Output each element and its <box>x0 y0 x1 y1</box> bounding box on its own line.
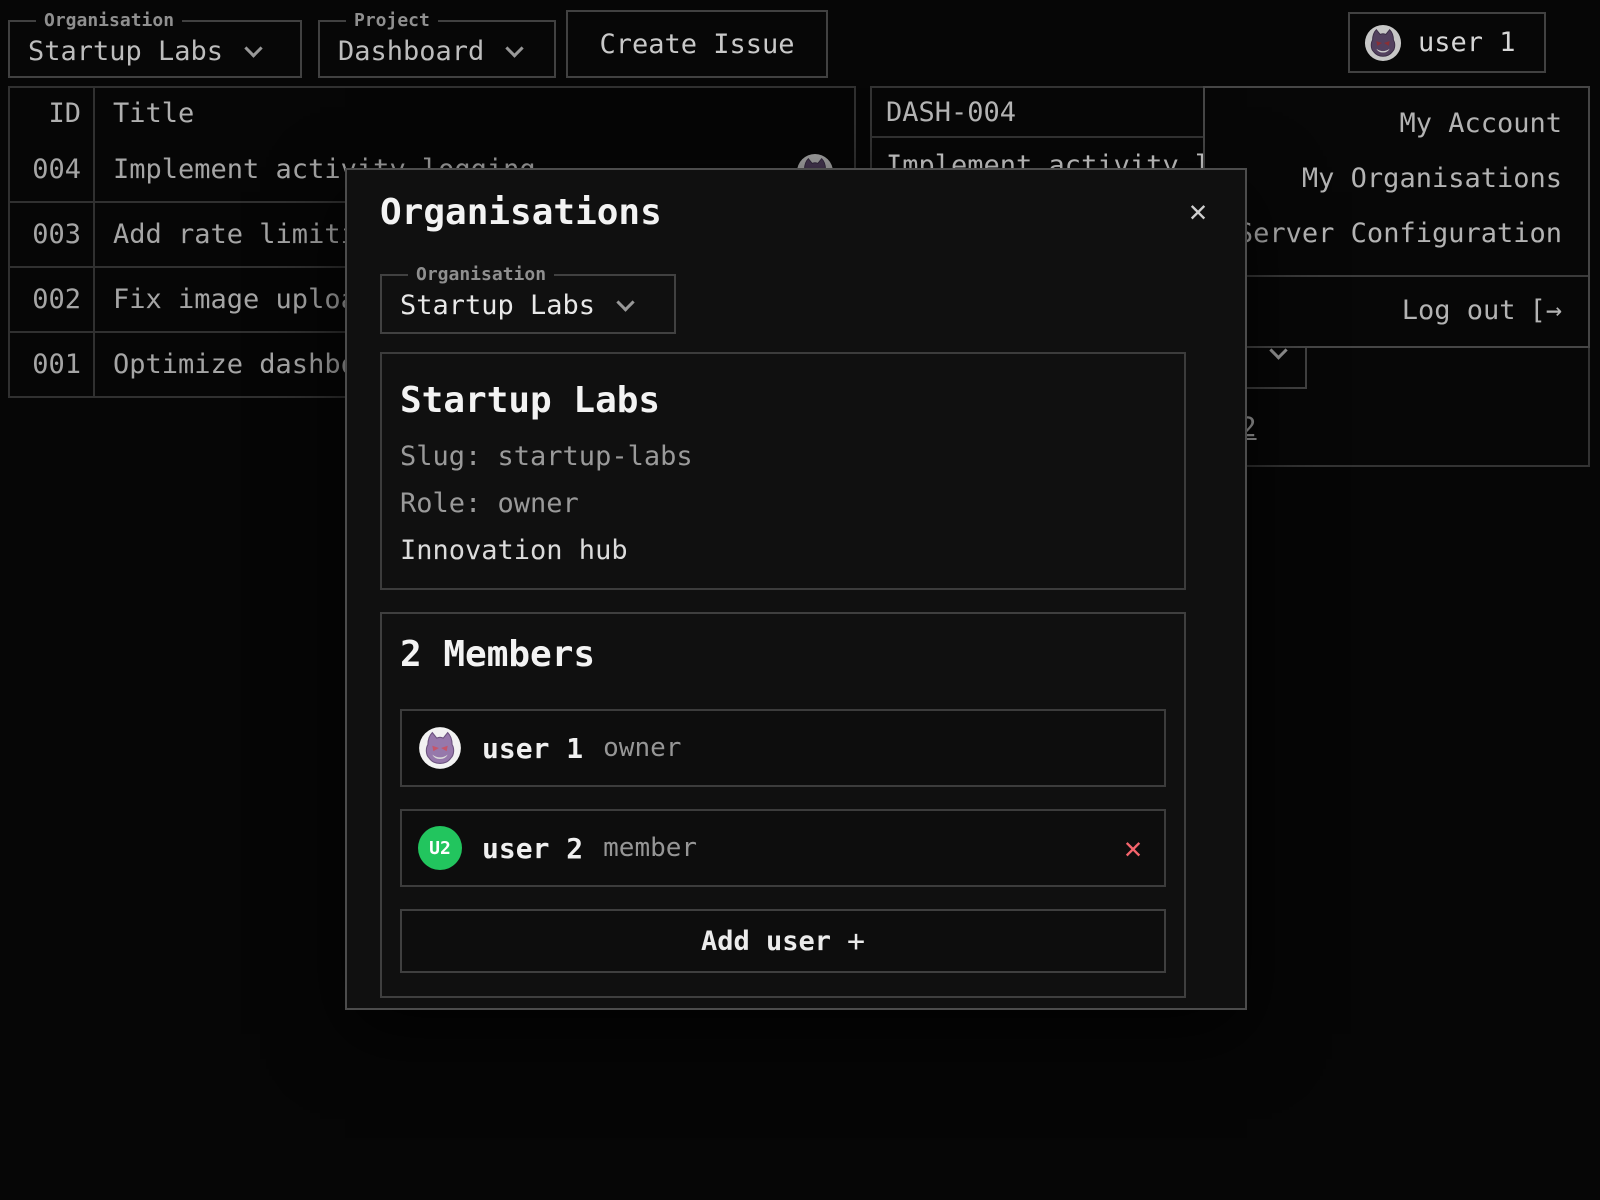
organisation-role: Role: owner <box>400 488 1164 520</box>
close-icon: ✕ <box>1189 194 1207 229</box>
menu-item-server-configuration[interactable]: Server Configuration <box>1205 206 1588 261</box>
app-root: Organisation Startup Labs Project Dashbo… <box>0 0 1600 1200</box>
issues-table-header: ID Title <box>10 88 854 138</box>
issue-id: 002 <box>10 268 95 331</box>
modal-title: Organisations <box>380 192 662 233</box>
user-menu-button-label: user 1 <box>1418 27 1516 58</box>
member-initials-badge: U2 <box>418 826 462 870</box>
logout-button[interactable]: Log out [→ <box>1205 277 1588 343</box>
organisation-name: Startup Labs <box>400 380 1164 421</box>
issue-id: 004 <box>10 138 95 201</box>
close-button[interactable]: ✕ <box>1189 194 1207 229</box>
create-issue-button[interactable]: Create Issue <box>566 10 828 78</box>
project-select-value: Dashboard <box>338 36 484 67</box>
project-select[interactable]: Project Dashboard <box>318 10 556 78</box>
organisation-slug: Slug: startup-labs <box>400 441 1164 473</box>
chevron-down-icon <box>616 293 634 311</box>
column-header-id: ID <box>10 88 95 138</box>
organisation-select-value: Startup Labs <box>28 36 223 67</box>
organisation-select[interactable]: Organisation Startup Labs <box>8 10 302 78</box>
column-header-title: Title <box>95 88 854 138</box>
member-name: user 1 <box>482 732 583 765</box>
add-user-label: Add user <box>701 926 831 957</box>
menu-item-my-account[interactable]: My Account <box>1205 96 1588 151</box>
modal-organisation-select-label: Organisation <box>408 264 554 285</box>
remove-member-button[interactable]: ✕ <box>1124 831 1142 866</box>
member-avatar-icon <box>418 726 462 770</box>
modal-organisation-select-value: Startup Labs <box>400 290 595 321</box>
chevron-down-icon <box>244 39 262 57</box>
user-menu-button[interactable]: user 1 <box>1348 12 1546 73</box>
member-row-user-2: U2 user 2 member ✕ <box>400 809 1166 887</box>
organisation-description: Innovation hub <box>400 535 1164 567</box>
user-dropdown-menu: My Account My Organisations Server Confi… <box>1203 86 1590 348</box>
chevron-down-icon <box>506 39 524 57</box>
member-role: member <box>603 833 697 863</box>
user-avatar-icon <box>1364 24 1402 62</box>
logout-icon: [→ <box>1529 295 1562 326</box>
members-heading: 2 Members <box>400 634 1166 683</box>
member-row-user-1: user 1 owner <box>400 709 1166 787</box>
plus-icon: + <box>847 924 865 959</box>
members-section: 2 Members user 1 owner U2 user 2 member <box>380 612 1186 998</box>
organisation-card: Startup Labs Slug: startup-labs Role: ow… <box>380 352 1186 590</box>
remove-icon: ✕ <box>1124 831 1142 866</box>
organisation-select-label: Organisation <box>36 10 182 31</box>
menu-item-my-organisations[interactable]: My Organisations <box>1205 151 1588 206</box>
add-user-button[interactable]: Add user + <box>400 909 1166 973</box>
member-role: owner <box>603 733 681 763</box>
modal-organisation-select[interactable]: Organisation Startup Labs <box>380 264 676 334</box>
issue-id: 003 <box>10 203 95 266</box>
member-name: user 2 <box>482 832 583 865</box>
project-select-label: Project <box>346 10 438 31</box>
issue-id: 001 <box>10 333 95 396</box>
organisations-modal: Organisations ✕ Organisation Startup Lab… <box>345 168 1247 1010</box>
logout-label: Log out <box>1402 295 1516 326</box>
